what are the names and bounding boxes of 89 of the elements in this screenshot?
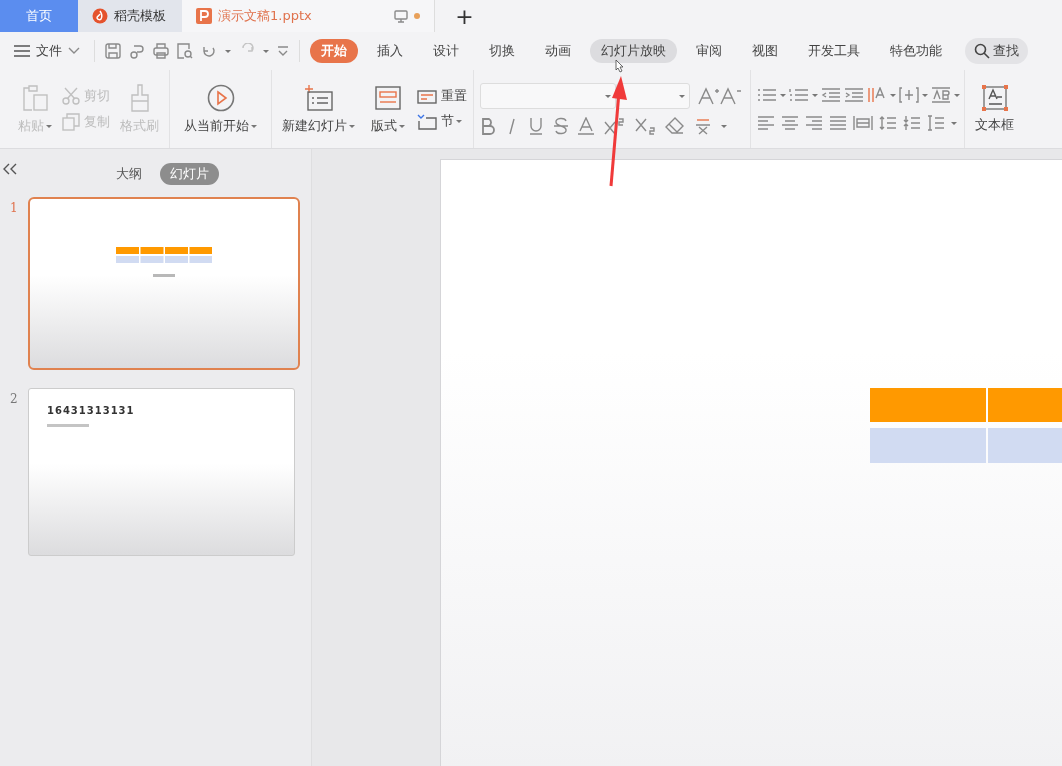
text-box-button[interactable]: 文本框 (971, 84, 1018, 134)
text-direction-icon[interactable] (867, 87, 887, 103)
decrease-indent-icon[interactable] (821, 88, 841, 102)
caret-icon (251, 124, 257, 128)
file-menu[interactable]: 文件 (10, 42, 84, 60)
caret-icon (812, 93, 818, 97)
caret-icon (780, 93, 786, 97)
print-preview-icon[interactable] (177, 43, 193, 59)
paragraph-spacing-icon[interactable] (903, 115, 921, 131)
search-button[interactable]: 查找 (965, 38, 1028, 64)
align-right-icon[interactable] (805, 116, 823, 130)
ribbon-tab[interactable]: 幻灯片放映 (590, 39, 677, 63)
chevron-down-icon[interactable] (68, 47, 80, 55)
character-spacing-icon[interactable] (931, 87, 951, 103)
underline-icon[interactable] (528, 117, 544, 135)
view-tab[interactable]: 大纲 (106, 163, 152, 185)
document-tab[interactable]: 稻壳模板 (78, 0, 182, 32)
slide-number: 2 (10, 391, 19, 408)
monitor-icon[interactable] (394, 9, 408, 23)
caret-icon (349, 124, 355, 128)
clipboard-icon (21, 83, 49, 112)
distribute-icon[interactable] (853, 115, 873, 131)
play-icon (206, 83, 235, 112)
eraser-icon[interactable] (665, 117, 685, 135)
new-slide-icon (304, 83, 333, 112)
caret-icon (951, 121, 957, 125)
strikethrough-icon[interactable] (553, 117, 569, 135)
text-box-icon (981, 84, 1008, 111)
numbered-list-icon[interactable] (789, 88, 809, 102)
justify-icon[interactable] (829, 116, 847, 130)
caret-icon (225, 49, 231, 53)
ribbon-tab[interactable]: 开发工具 (797, 39, 871, 63)
align-left-icon[interactable] (757, 116, 775, 130)
subscript-icon[interactable] (634, 117, 656, 135)
font-color-icon[interactable] (578, 117, 594, 135)
caret-icon (890, 93, 896, 97)
layout-button[interactable]: 版式 (367, 83, 409, 135)
ribbon-tab[interactable]: 特色功能 (879, 39, 953, 63)
caret-icon (679, 94, 685, 98)
slide-number: 1 (10, 200, 19, 217)
superscript-icon[interactable] (603, 117, 625, 135)
line-spacing-icon[interactable] (879, 115, 897, 131)
ribbon-tab[interactable]: 审阅 (685, 39, 733, 63)
collapse-pane-icon[interactable] (3, 163, 17, 175)
layout-icon (374, 83, 402, 112)
ribbon-tab[interactable]: 动画 (534, 39, 582, 63)
slide-thumbnail[interactable] (28, 197, 300, 370)
ribbon-tab[interactable]: 插入 (366, 39, 414, 63)
customize-icon[interactable] (277, 45, 289, 57)
copy-icon (62, 113, 80, 131)
align-text-icon[interactable] (899, 87, 919, 103)
increase-indent-icon[interactable] (844, 88, 864, 102)
slide-thumbnail[interactable]: 16431313131 (28, 388, 295, 556)
menu-icon[interactable] (14, 45, 30, 57)
save-icon[interactable] (105, 43, 121, 59)
section-button[interactable]: 节 (417, 113, 467, 130)
caret-icon (721, 124, 727, 128)
flame-logo-icon (92, 8, 108, 24)
export-icon[interactable] (129, 43, 145, 59)
slide-title: 16431313131 (47, 405, 136, 416)
bullet-list-icon[interactable] (757, 88, 777, 102)
caret-icon (922, 93, 928, 97)
font-size-field[interactable] (616, 83, 690, 109)
section-icon (417, 113, 437, 130)
caret-icon (263, 49, 269, 53)
phonetic-guide-icon[interactable] (694, 117, 712, 135)
ribbon-tab[interactable]: 视图 (741, 39, 789, 63)
caret-icon (456, 120, 462, 123)
paragraph-settings-icon[interactable] (927, 115, 945, 131)
caret-icon (46, 124, 52, 128)
new-slide-button[interactable]: 新建幻灯片 (278, 83, 359, 135)
shrink-font-icon[interactable] (720, 87, 742, 105)
print-icon[interactable] (153, 43, 169, 59)
grow-font-icon[interactable] (698, 87, 720, 105)
bullet-text-line (47, 424, 89, 427)
presentation-file-icon (196, 8, 212, 24)
text-line (153, 274, 175, 277)
caret-icon (399, 124, 405, 128)
reset-icon (417, 88, 437, 105)
bold-icon[interactable] (480, 117, 496, 135)
reset-button[interactable]: 重置 (417, 88, 467, 105)
caret-icon (954, 93, 960, 97)
ribbon-tab[interactable]: 切换 (478, 39, 526, 63)
ribbon-tab[interactable]: 设计 (422, 39, 470, 63)
scissors-icon (62, 87, 80, 105)
font-name-field[interactable] (480, 83, 616, 109)
search-icon[interactable] (974, 43, 990, 59)
play-from-current-button[interactable]: 从当前开始 (180, 83, 261, 135)
align-center-icon[interactable] (781, 116, 799, 130)
